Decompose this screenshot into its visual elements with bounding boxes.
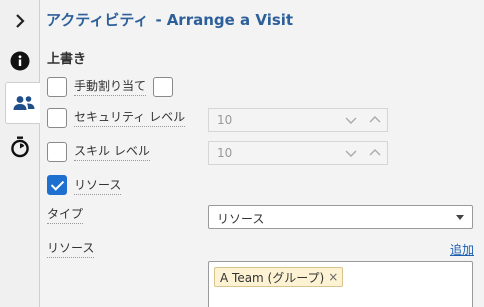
chevron-down-icon[interactable]	[345, 148, 357, 158]
resource-checkbox[interactable]	[47, 175, 67, 195]
info-icon	[10, 51, 30, 71]
chevron-down-icon[interactable]	[345, 115, 357, 125]
title-separator: -	[155, 11, 162, 29]
chevron-up-icon[interactable]	[369, 115, 381, 125]
overrides-section-title: 上書き	[47, 52, 87, 67]
resource-tag: A Team (グループ) ×	[214, 267, 344, 287]
collapse-button[interactable]	[0, 0, 40, 42]
skill-level-value: 10	[217, 146, 233, 160]
caret-down-icon	[456, 215, 464, 220]
resource-checkbox-label: リソース	[74, 178, 122, 195]
add-resource-link[interactable]: 追加	[450, 241, 474, 258]
resources-tab[interactable]	[5, 82, 41, 124]
info-tab[interactable]	[0, 40, 40, 82]
type-select-value: リソース	[217, 212, 265, 226]
title-activity: アクティビティ	[46, 11, 149, 29]
manual-assign-label: 手動割り当て	[74, 79, 147, 96]
type-select[interactable]: リソース	[208, 205, 473, 229]
manual-assign-value-checkbox[interactable]	[153, 77, 173, 97]
people-icon	[13, 96, 34, 110]
timer-tab[interactable]	[0, 126, 40, 168]
security-level-value: 10	[217, 113, 233, 127]
remove-tag-icon[interactable]: ×	[328, 270, 338, 284]
manual-assign-checkbox[interactable]	[47, 77, 67, 97]
side-rail	[0, 0, 41, 307]
resource-tag-label: A Team (グループ)	[220, 270, 325, 285]
chevron-up-icon[interactable]	[369, 148, 381, 158]
resources-label: リソース	[47, 241, 95, 258]
skill-level-stepper[interactable]: 10	[208, 141, 388, 165]
page-title: アクティビティ - Arrange a Visit	[46, 9, 293, 30]
resources-tag-input[interactable]: A Team (グループ) ×	[208, 261, 473, 307]
stopwatch-icon	[11, 136, 29, 158]
activity-panel: アクティビティ - Arrange a Visit 上書き 手動割り当て セキュリテ…	[40, 0, 484, 307]
chevron-right-icon	[16, 14, 25, 28]
skill-level-label: スキル レベル	[74, 144, 150, 161]
security-level-stepper[interactable]: 10	[208, 108, 388, 132]
title-activity-name: Arrange a Visit	[166, 11, 294, 29]
type-label: タイプ	[47, 207, 84, 224]
security-level-checkbox[interactable]	[47, 108, 67, 128]
skill-level-checkbox[interactable]	[47, 142, 67, 162]
security-level-label: セキュリティ レベル	[74, 110, 186, 127]
